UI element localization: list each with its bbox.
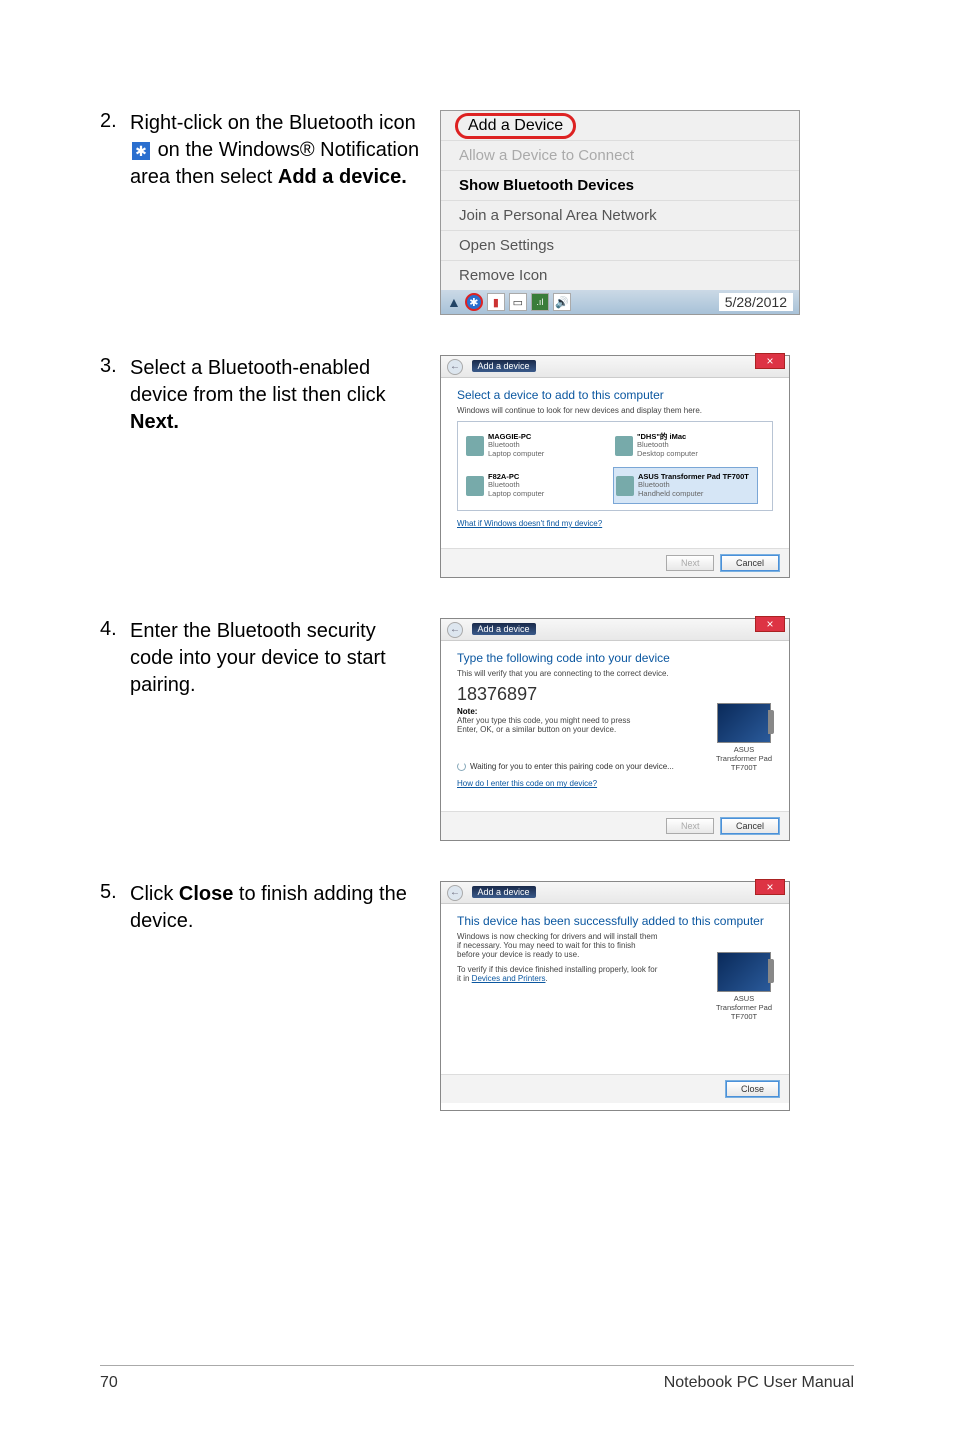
dialog-text: Windows is now checking for drivers and … <box>457 932 659 959</box>
tray-flag-icon[interactable]: ▮ <box>487 293 505 311</box>
laptop-icon <box>466 436 484 456</box>
step-number: 4. <box>100 618 130 641</box>
device-list: MAGGIE-PCBluetoothLaptop computer "DHS"的… <box>457 421 773 511</box>
menu-open-settings[interactable]: Open Settings <box>441 231 799 261</box>
tablet-icon <box>717 952 771 992</box>
pairing-code: 18376897 <box>457 684 773 705</box>
close-button[interactable]: Close <box>726 1081 779 1097</box>
dialog-subtext: This will verify that you are connecting… <box>457 669 773 678</box>
bluetooth-icon: ✱ <box>132 142 150 160</box>
cancel-button[interactable]: Cancel <box>721 555 779 571</box>
taskbar: ▲ ✱ ▮ ▭ .ıl 🔊 5/28/2012 <box>441 290 799 314</box>
next-button[interactable]: Next <box>666 555 715 571</box>
dialog-heading: Type the following code into your device <box>457 651 773 665</box>
devices-printers-link[interactable]: Devices and Printers <box>472 974 546 983</box>
breadcrumb: Add a device <box>472 886 536 898</box>
dialog-heading: This device has been successfully added … <box>457 914 773 928</box>
help-link[interactable]: What if Windows doesn't find my device? <box>457 519 773 528</box>
help-link[interactable]: How do I enter this code on my device? <box>457 779 773 788</box>
tray-bluetooth-icon[interactable]: ✱ <box>465 293 483 311</box>
dialog-titlebar: ← Add a device × <box>441 882 789 904</box>
close-icon[interactable]: × <box>755 353 785 369</box>
device-item-selected[interactable]: ASUS Transformer Pad TF700TBluetoothHand… <box>613 467 758 504</box>
tray-battery-icon[interactable]: ▭ <box>509 293 527 311</box>
device-item[interactable]: MAGGIE-PCBluetoothLaptop computer <box>464 428 609 463</box>
tray-volume-icon[interactable]: 🔊 <box>553 293 571 311</box>
dialog-titlebar: ← Add a device × <box>441 356 789 378</box>
back-icon[interactable]: ← <box>447 359 463 375</box>
close-icon[interactable]: × <box>755 616 785 632</box>
device-thumbnail: ASUS Transformer Pad TF700T <box>713 952 775 1021</box>
step-number: 3. <box>100 355 130 378</box>
device-item[interactable]: "DHS"的 iMacBluetoothDesktop computer <box>613 428 758 463</box>
device-thumbnail: ASUS Transformer Pad TF700T <box>713 703 775 772</box>
step-text: Select a Bluetooth-enabled device from t… <box>130 355 420 436</box>
laptop-icon <box>466 476 484 496</box>
step-text: Click Close to finish adding the device. <box>130 881 420 935</box>
menu-show-devices[interactable]: Show Bluetooth Devices <box>441 171 799 201</box>
page-number: 70 <box>100 1374 118 1392</box>
dialog-heading: Select a device to add to this computer <box>457 388 773 402</box>
back-icon[interactable]: ← <box>447 885 463 901</box>
cancel-button[interactable]: Cancel <box>721 818 779 834</box>
handheld-icon <box>616 476 634 496</box>
menu-allow-connect[interactable]: Allow a Device to Connect <box>441 141 799 171</box>
screenshot-select-device: ← Add a device × Select a device to add … <box>440 355 854 578</box>
close-icon[interactable]: × <box>755 879 785 895</box>
dialog-titlebar: ← Add a device × <box>441 619 789 641</box>
back-icon[interactable]: ← <box>447 622 463 638</box>
dialog-text: To verify if this device finished instal… <box>457 965 659 983</box>
screenshot-pairing-code: ← Add a device × Type the following code… <box>440 618 854 841</box>
device-item[interactable]: F82A-PCBluetoothLaptop computer <box>464 467 609 504</box>
breadcrumb: Add a device <box>472 623 536 635</box>
breadcrumb: Add a device <box>472 360 536 372</box>
step-number: 5. <box>100 881 130 904</box>
spinner-icon <box>457 762 466 771</box>
step-text: Right-click on the Bluetooth icon ✱ on t… <box>130 110 420 191</box>
page-footer: 70 Notebook PC User Manual <box>100 1365 854 1392</box>
tray-date: 5/28/2012 <box>719 293 793 311</box>
tray-arrow-icon[interactable]: ▲ <box>447 294 461 310</box>
desktop-icon <box>615 436 633 456</box>
step-text: Enter the Bluetooth security code into y… <box>130 618 420 699</box>
manual-title: Notebook PC User Manual <box>664 1374 854 1392</box>
screenshot-context-menu: Add a Device Allow a Device to Connect S… <box>440 110 854 315</box>
menu-remove-icon[interactable]: Remove Icon <box>441 261 799 290</box>
tablet-icon <box>717 703 771 743</box>
dialog-subtext: Windows will continue to look for new de… <box>457 406 773 415</box>
menu-add-device[interactable]: Add a Device <box>441 111 799 141</box>
menu-join-pan[interactable]: Join a Personal Area Network <box>441 201 799 231</box>
tray-network-icon[interactable]: .ıl <box>531 293 549 311</box>
screenshot-success: ← Add a device × This device has been su… <box>440 881 854 1111</box>
step-number: 2. <box>100 110 130 133</box>
next-button[interactable]: Next <box>666 818 715 834</box>
note-text: After you type this code, you might need… <box>457 716 653 734</box>
